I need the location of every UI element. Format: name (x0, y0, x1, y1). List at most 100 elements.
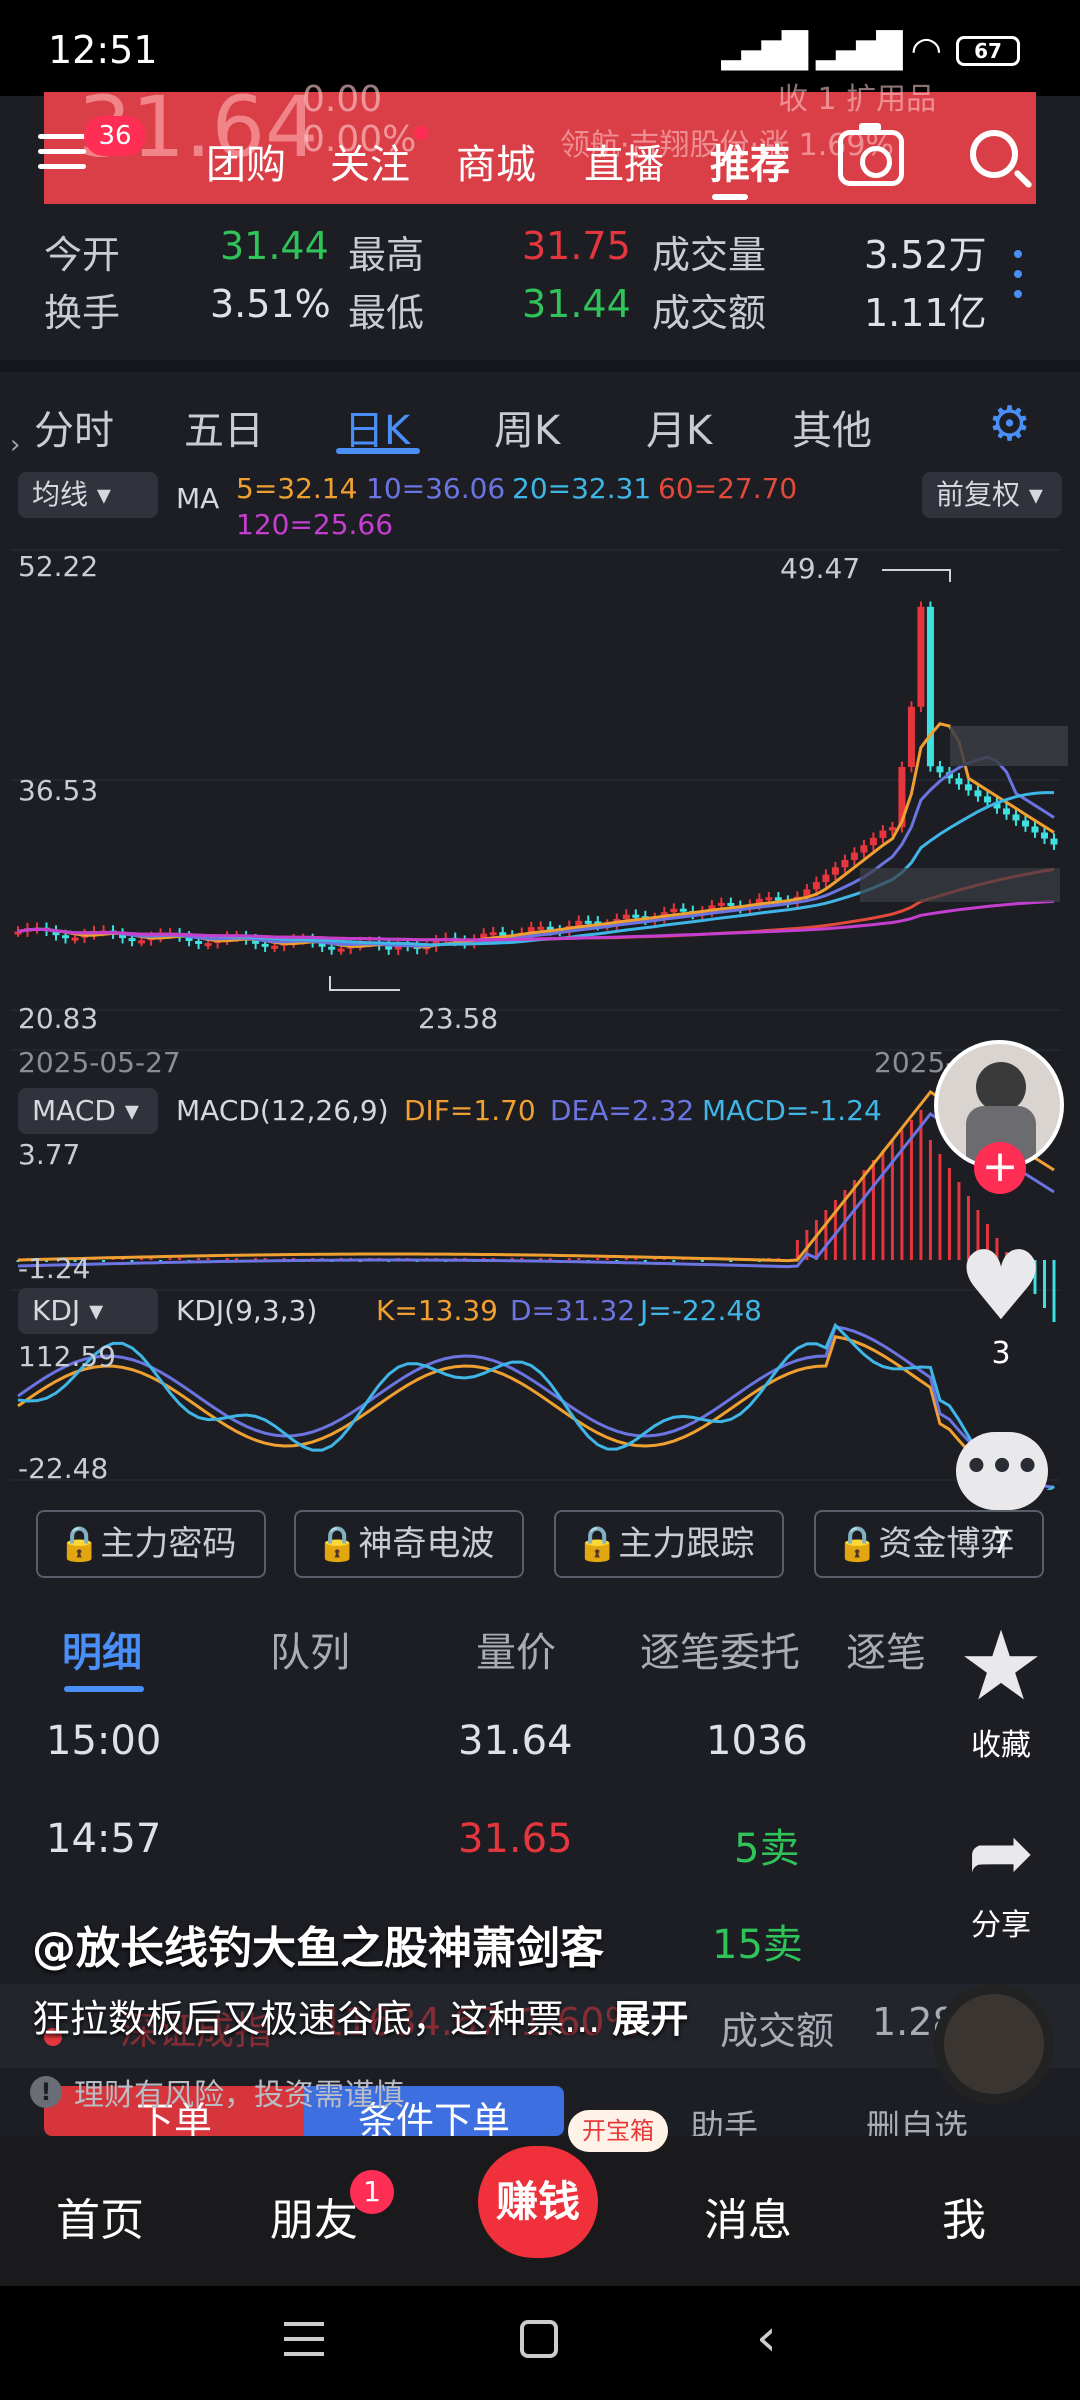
battery-icon: 67 (956, 35, 1020, 66)
search-icon[interactable] (970, 130, 1018, 178)
macd-max-label: 3.77 (18, 1138, 81, 1171)
low-price-label: 23.58 (418, 1002, 499, 1035)
kdj-max-label: 112.59 (18, 1340, 116, 1373)
highlight-band (950, 726, 1068, 766)
section-divider (0, 360, 1080, 372)
home-icon[interactable] (520, 2320, 558, 2358)
comment-icon[interactable]: ••• (956, 1432, 1048, 1510)
tab-mall[interactable]: 商城 (456, 132, 536, 190)
tab-recommend[interactable]: 推荐 (710, 132, 790, 190)
heart-icon[interactable]: ♥ (946, 1236, 1056, 1336)
comment-count: 7 (991, 1526, 1011, 1561)
share-icon[interactable]: ➦ (946, 1808, 1056, 1898)
treasure-box-badge[interactable]: 开宝箱 (568, 2110, 668, 2152)
trade-volume: 5卖 (734, 1826, 800, 1872)
open-value: 31.44 (220, 224, 329, 268)
kdj-j-line (17, 1322, 1055, 1490)
tab-following[interactable]: 关注 (330, 132, 410, 190)
detail-tab-detail[interactable]: 明细 (62, 1620, 142, 1678)
nav-me[interactable]: 我 (942, 2184, 986, 2248)
lock-button-wave[interactable]: 🔒神奇电波 (294, 1510, 524, 1578)
nav-messages[interactable]: 消息 (704, 2184, 792, 2248)
kline-chart[interactable] (0, 470, 1080, 1490)
friends-badge: 1 (350, 2170, 394, 2214)
video-caption[interactable]: 狂拉数板后又极速谷底，这种票... 展开 (32, 1988, 688, 2043)
music-disc-icon[interactable] (934, 1984, 1054, 2104)
tab-groupbuy[interactable]: 团购 (206, 132, 286, 190)
low-value: 31.44 (522, 282, 631, 326)
helper-link[interactable]: 助手 (690, 2100, 758, 2136)
volume-label: 成交量 (652, 233, 767, 277)
detail-tab-volprice[interactable]: 量价 (476, 1620, 556, 1678)
period-tab-5day[interactable]: 五日 (184, 398, 264, 456)
trade-volume: 1036 (706, 1718, 808, 1764)
ghost-ext: 收 1 扩用品 (778, 82, 937, 117)
follow-plus-icon[interactable]: + (974, 1142, 1026, 1194)
period-tab-intraday[interactable]: 分时 (34, 398, 114, 456)
high-value: 31.75 (522, 224, 631, 268)
macd-dropdown[interactable]: MACD ▾ (18, 1088, 158, 1134)
period-tab-other[interactable]: 其他 (792, 398, 872, 456)
system-nav-bar: ‹ (0, 2286, 1080, 2400)
candle (926, 601, 934, 772)
remove-watchlist-link[interactable]: 删自选 (866, 2100, 968, 2136)
lock-button-tracking[interactable]: 🔒主力跟踪 (554, 1510, 784, 1578)
period-tab-monthly[interactable]: 月K (646, 398, 712, 456)
period-tab-weekly[interactable]: 周K (494, 398, 560, 456)
kdj-k: K=13.39 (376, 1294, 498, 1327)
menu-badge: 36 (84, 116, 146, 156)
status-time: 12:51 (48, 28, 158, 72)
tab-live[interactable]: 直播 (584, 132, 664, 190)
detail-tab-queue[interactable]: 队列 (270, 1620, 350, 1678)
back-icon[interactable]: ‹ (756, 2308, 777, 2368)
macd-params: MACD(12,26,9) (176, 1094, 389, 1127)
kdj-params: KDJ(9,3,3) (176, 1294, 318, 1327)
star-icon[interactable]: ★ (946, 1616, 1056, 1716)
video-username[interactable]: @放长线钓大鱼之股神萧剑客 (32, 1912, 604, 1976)
kdj-dropdown[interactable]: KDJ ▾ (18, 1288, 158, 1334)
favorite-label: 收藏 (971, 1728, 1031, 1763)
camera-icon[interactable] (838, 123, 904, 186)
high-label: 最高 (348, 233, 425, 277)
date-start: 2025-05-27 (18, 1046, 181, 1079)
like-count: 3 (991, 1336, 1011, 1371)
trade-time: 14:57 (46, 1816, 162, 1862)
risk-note: ! 理财有风险，投资需谨慎 (30, 2070, 404, 2114)
tab-underline (712, 194, 748, 200)
trade-price: 31.64 (458, 1718, 573, 1764)
highlight-band-2 (860, 868, 1060, 902)
turnover-value: 3.51% (210, 282, 331, 326)
trade-time: 15:00 (46, 1718, 162, 1764)
price-min-label: 20.83 (18, 1002, 99, 1035)
share-label: 分享 (971, 1908, 1031, 1943)
nav-earn-button[interactable]: 赚钱 (478, 2146, 598, 2258)
period-underline (336, 448, 420, 454)
settings-gear-icon[interactable]: ⚙ (988, 400, 1036, 448)
open-label: 今开 (44, 233, 121, 277)
price-max-label: 52.22 (18, 550, 99, 583)
candle (907, 701, 915, 773)
recent-apps-icon[interactable] (284, 2322, 324, 2356)
candle (917, 601, 925, 713)
detail-tab-orders[interactable]: 逐笔委托 (640, 1620, 800, 1678)
turnover-label: 换手 (44, 291, 121, 335)
nav-home[interactable]: 首页 (56, 2184, 144, 2248)
signal-icon: ▂▄▆█ (721, 30, 808, 71)
menu-icon[interactable] (38, 134, 86, 174)
status-icons: ▂▄▆█ ▂▄▆█ ◠ 67 (721, 30, 1020, 71)
trade-volume: 15卖 (712, 1922, 803, 1968)
macd-dif: DIF=1.70 (404, 1094, 536, 1127)
amount-value: 1.11亿 (864, 291, 987, 335)
kdj-k-line (17, 1335, 1028, 1490)
kdj-min-label: -22.48 (18, 1452, 109, 1485)
expand-arrow-icon[interactable]: › (10, 430, 20, 460)
wifi-icon: ◠ (910, 30, 942, 71)
nav-friends[interactable]: 朋友 (270, 2184, 358, 2248)
volume-value: 3.52万 (864, 233, 987, 277)
detail-tab-ticks[interactable]: 逐笔 (846, 1620, 926, 1678)
lock-button-main-code[interactable]: 🔒主力密码 (36, 1510, 266, 1578)
peak-label: 49.47 (780, 552, 861, 585)
more-dots-icon[interactable] (1014, 250, 1022, 304)
kdj-j: J=-22.48 (640, 1294, 762, 1327)
macd-dea: DEA=2.32 (550, 1094, 695, 1127)
